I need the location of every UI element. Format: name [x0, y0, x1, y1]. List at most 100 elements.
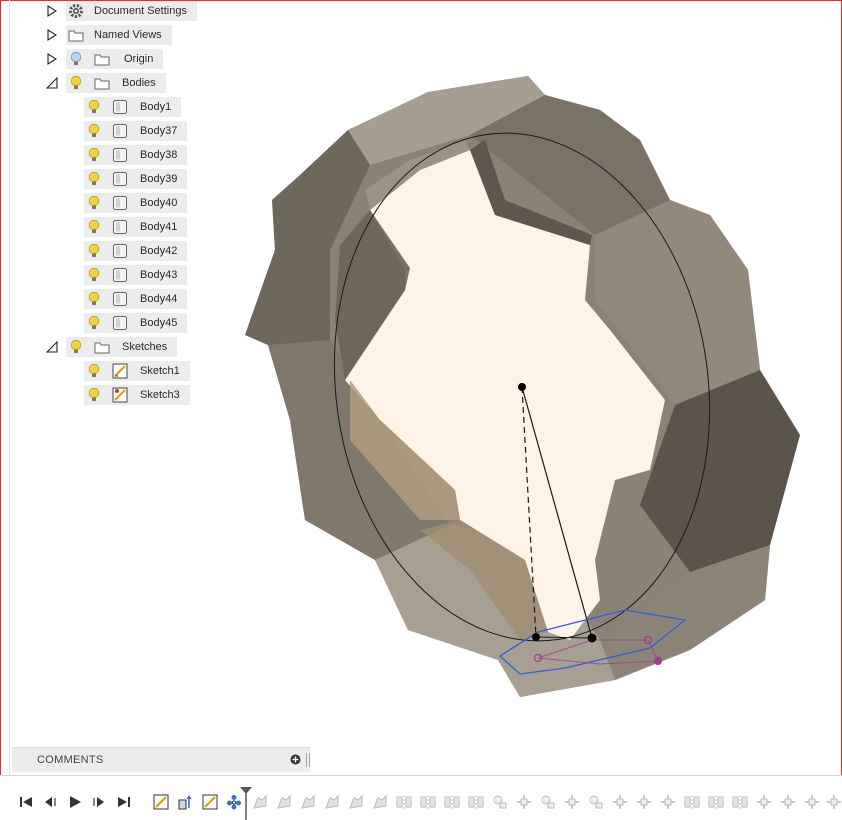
timeline-combine-icon[interactable] [490, 793, 510, 811]
body-node[interactable]: Body45 [84, 313, 188, 333]
timeline-combine-icon[interactable] [586, 793, 606, 811]
bodies-node[interactable]: Bodies [66, 73, 166, 93]
tree-row-bodies[interactable]: Bodies [46, 73, 166, 93]
lightbulb-on-icon[interactable] [84, 121, 104, 141]
timeline-mirror-icon[interactable] [394, 793, 414, 811]
expand-arrow-icon[interactable] [46, 5, 58, 17]
timeline-body-pattern-icon[interactable] [298, 793, 318, 811]
lightbulb-on-icon[interactable] [84, 193, 104, 213]
body-node[interactable]: Body42 [84, 241, 188, 261]
sketches-node[interactable]: Sketches [66, 337, 178, 357]
lightbulb-on-icon[interactable] [66, 337, 86, 357]
timeline-move-icon[interactable] [634, 793, 654, 811]
tree-row-body[interactable]: Body37 [84, 121, 188, 141]
body-node[interactable]: Body37 [84, 121, 188, 141]
tree-row-body[interactable]: Body39 [84, 169, 188, 189]
timeline-move-icon[interactable] [658, 793, 678, 811]
document-settings-node[interactable]: Document Settings [66, 1, 197, 21]
add-comment-icon[interactable] [290, 754, 301, 768]
body-node[interactable]: Body39 [84, 169, 188, 189]
step-forward-icon[interactable] [89, 793, 109, 811]
timeline-mirror-icon[interactable] [466, 793, 486, 811]
timeline-mirror-icon[interactable] [730, 793, 750, 811]
sketch-node[interactable]: Sketch1 [84, 361, 190, 381]
body-node[interactable]: Body44 [84, 289, 188, 309]
body-node[interactable]: Body41 [84, 217, 188, 237]
expand-arrow-icon[interactable] [46, 53, 58, 65]
tree-row-sketches[interactable]: Sketches [46, 337, 178, 357]
tree-row-body[interactable]: Body42 [84, 241, 188, 261]
body-node[interactable]: Body40 [84, 193, 188, 213]
timeline-combine-icon[interactable] [538, 793, 558, 811]
lightbulb-on-icon[interactable] [66, 73, 86, 93]
sketch-point-b[interactable] [587, 633, 597, 643]
lightbulb-on-icon[interactable] [84, 361, 104, 381]
timeline-body-pattern-icon[interactable] [322, 793, 342, 811]
timeline-mirror-icon[interactable] [442, 793, 462, 811]
lightbulb-on-icon[interactable] [84, 313, 104, 333]
timeline-mirror-icon[interactable] [706, 793, 726, 811]
timeline-body-pattern-icon[interactable] [370, 793, 390, 811]
tree-row-body[interactable]: Body44 [84, 289, 188, 309]
body-node[interactable]: Body1 [84, 97, 182, 117]
sketch-node[interactable]: Sketch3 [84, 385, 190, 405]
timeline-move-icon[interactable] [824, 793, 842, 811]
step-back-icon[interactable] [40, 793, 60, 811]
sketch-center-point[interactable] [518, 383, 526, 391]
lightbulb-on-icon[interactable] [84, 241, 104, 261]
play-icon[interactable] [65, 793, 85, 811]
panel-grip-handle[interactable] [306, 753, 310, 767]
timeline-move-icon[interactable] [778, 793, 798, 811]
timeline-body-pattern-icon[interactable] [274, 793, 294, 811]
lightbulb-on-icon[interactable] [84, 97, 104, 117]
timeline-mirror-icon[interactable] [418, 793, 438, 811]
go-to-start-icon[interactable] [16, 793, 36, 811]
tree-row-sketch[interactable]: Sketch3 [84, 385, 190, 405]
expand-arrow-icon[interactable] [46, 29, 58, 41]
origin-node[interactable]: Origin [66, 49, 164, 69]
body-label: Body1 [140, 101, 172, 113]
timeline-body-pattern-icon[interactable] [250, 793, 270, 811]
body-label: Body38 [140, 149, 178, 161]
tree-row-body[interactable]: Body45 [84, 313, 188, 333]
timeline-move-icon[interactable] [562, 793, 582, 811]
lightbulb-on-icon[interactable] [84, 289, 104, 309]
collapse-arrow-icon[interactable] [46, 341, 58, 353]
body-node[interactable]: Body43 [84, 265, 188, 285]
named-views-node[interactable]: Named Views [66, 25, 172, 45]
tree-row-body[interactable]: Body41 [84, 217, 188, 237]
timeline-move-icon[interactable] [610, 793, 630, 811]
lightbulb-on-icon[interactable] [84, 217, 104, 237]
lightbulb-on-icon[interactable] [84, 145, 104, 165]
timeline-move-icon[interactable] [754, 793, 774, 811]
timeline-body-pattern-icon[interactable] [346, 793, 366, 811]
timeline-move-icon[interactable] [802, 793, 822, 811]
tree-row-body[interactable]: Body43 [84, 265, 188, 285]
body-node[interactable]: Body38 [84, 145, 188, 165]
tree-row-named-views[interactable]: Named Views [46, 25, 172, 45]
tree-row-origin[interactable]: Origin [46, 49, 164, 69]
sketch-point-a[interactable] [532, 633, 540, 641]
collapse-arrow-icon[interactable] [46, 77, 58, 89]
bodies-label: Bodies [122, 77, 156, 89]
timeline-move-icon[interactable] [514, 793, 534, 811]
sketch-icon [110, 361, 130, 381]
constraint-point-3[interactable] [654, 657, 662, 665]
comments-panel[interactable]: COMMENTS [12, 747, 310, 772]
timeline-mirror-icon[interactable] [682, 793, 702, 811]
timeline-sketch-icon[interactable] [151, 793, 171, 811]
tree-row-body[interactable]: Body40 [84, 193, 188, 213]
lightbulb-on-icon[interactable] [84, 169, 104, 189]
lightbulb-on-icon[interactable] [84, 385, 104, 405]
tree-row-document-settings[interactable]: Document Settings [46, 1, 197, 21]
tree-row-body[interactable]: Body38 [84, 145, 188, 165]
timeline-sketch-icon[interactable] [200, 793, 220, 811]
tree-row-body[interactable]: Body1 [84, 97, 182, 117]
go-to-end-icon[interactable] [114, 793, 134, 811]
tree-row-sketch[interactable]: Sketch1 [84, 361, 190, 381]
body-label: Body45 [140, 317, 178, 329]
lightbulb-off-icon[interactable] [66, 49, 86, 69]
timeline-extrude-icon[interactable] [175, 793, 195, 811]
lightbulb-on-icon[interactable] [84, 265, 104, 285]
folder-icon [92, 337, 112, 357]
